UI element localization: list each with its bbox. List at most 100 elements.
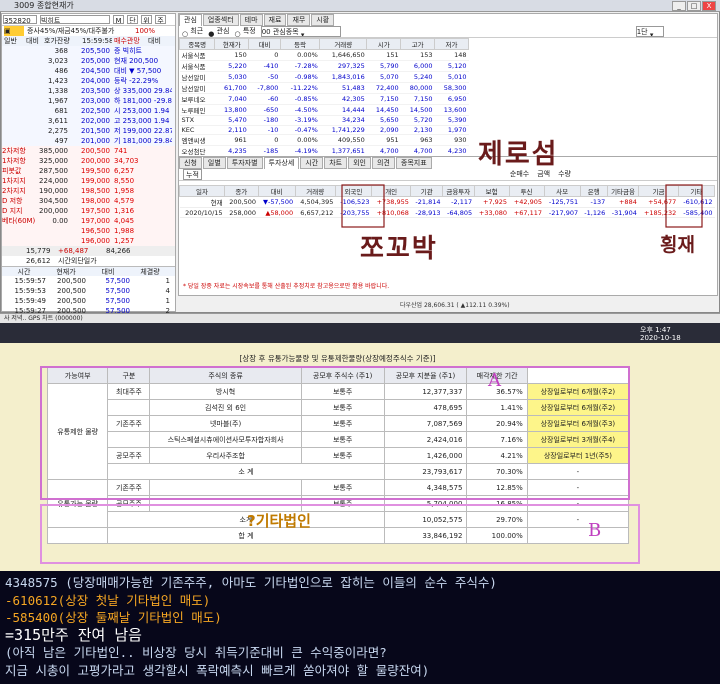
order-qty: 497	[54, 137, 68, 145]
order-label	[2, 66, 36, 76]
order-price[interactable]: 203,000	[68, 96, 110, 106]
watch-cell: 5,120	[434, 60, 469, 72]
comment-block: 4348575 (당장매매가능한 기존주주, 아마도 기타법인으로 잡히는 이들…	[0, 571, 720, 684]
order-button[interactable]: 주	[155, 15, 166, 24]
m-button[interactable]: M	[113, 15, 124, 24]
radio-specific[interactable]: ○ 특정	[234, 26, 255, 37]
order-price[interactable]: 202,000	[68, 116, 110, 126]
tab-watch-0[interactable]: 관심	[179, 14, 202, 26]
tab-general[interactable]: 일반	[4, 36, 24, 46]
tab-quote-balance[interactable]: 호가잔량	[44, 36, 80, 46]
radio-watch[interactable]: ● 관심	[208, 26, 229, 37]
order-row: 681 202,500 시 253,000 1.94	[2, 106, 175, 116]
order-price[interactable]: 197,500	[68, 206, 110, 216]
watch-col-header: 등락	[279, 38, 321, 50]
watchlist-select[interactable]: 00 관심종목 ▾	[260, 26, 341, 37]
tab-investor-2[interactable]: 투자자별	[226, 157, 263, 169]
minimize-button[interactable]: _	[672, 1, 686, 11]
tab-watch-5[interactable]: 시황	[311, 14, 335, 26]
order-label	[2, 116, 36, 126]
stock-code-input[interactable]: 352820	[3, 15, 37, 24]
tab-investor-3[interactable]: 투자상세	[263, 157, 300, 169]
order-price[interactable]: 203,500	[68, 86, 110, 96]
radio-recent[interactable]: ○ 최근	[182, 26, 203, 37]
stock-name-field[interactable]: 빅히트	[40, 15, 110, 24]
watch-cell: 14,444	[319, 104, 367, 116]
watch-row[interactable]: 엠앤씨생 961 0 0.00% 409,550 951 963 930	[179, 134, 469, 146]
order-price[interactable]: 198,500	[68, 186, 110, 196]
order-qty: 287,500	[39, 167, 68, 175]
order-price[interactable]: 199,500	[68, 166, 110, 176]
tab-watch-2[interactable]: 테마	[239, 14, 263, 26]
order-price[interactable]: 200,000	[68, 156, 110, 166]
order-price[interactable]: 196,500	[68, 226, 110, 236]
after-hours-label: 시간외단일가	[58, 257, 97, 265]
watch-cell: 2,130	[400, 125, 435, 135]
watch-col-header: 고가	[400, 38, 436, 50]
watch-row[interactable]: 오성첨단 4,235 -185 -4.19% 1,377,651 4,700 4,700 4,…	[179, 145, 469, 157]
watch-row[interactable]: 보루네오 7,040 -60 -0.85% 42,305 7,150 7,150 6,950	[179, 93, 469, 105]
watch-cell: -650	[248, 104, 281, 116]
watch-cell: -60	[248, 93, 281, 105]
position-button[interactable]: 위	[141, 15, 152, 24]
tick-cell: 200,500	[57, 277, 86, 285]
watch-cell: KEC	[179, 125, 215, 135]
order-label	[2, 236, 36, 246]
watch-cell: -4.50%	[280, 104, 320, 116]
watch-row[interactable]: KEC 2,110 -10 -0.47% 1,741,229 2,090 2,130 1,97…	[179, 125, 469, 135]
order-qty: 1,338	[47, 87, 68, 95]
watch-cell: 6,000	[400, 60, 435, 72]
investor-col-header: 일자	[178, 185, 226, 197]
order-info: 6,257	[114, 167, 135, 175]
comment-line: 4348575 (당장매매가능한 기존주주, 아마도 기타법인으로 잡히는 이들…	[5, 575, 497, 590]
watch-row[interactable]: 서울식품 150 0 0.00% 1,646,650 151 153 148	[179, 49, 469, 61]
watch-row[interactable]: STX 5,470 -180 -3.19% 34,234 5,650 5,720 5,390	[179, 115, 469, 126]
watch-row[interactable]: 남선알미 5,030 -50 -0.98% 1,843,016 5,070 5,240 5,0…	[179, 71, 469, 83]
order-info: 증 빅히트	[114, 47, 142, 55]
order-price[interactable]: 204,500	[68, 66, 110, 76]
tab-watch-1[interactable]: 업종섹터	[202, 14, 239, 26]
order-price[interactable]: 197,000	[68, 216, 110, 226]
order-price[interactable]: 205,500	[68, 46, 110, 56]
watchlist-header: 종목명 현재가 대비 등락 거래량 시가 고가 저가	[178, 38, 469, 50]
order-label	[2, 86, 36, 96]
order-price[interactable]: 199,000	[68, 176, 110, 186]
order-price[interactable]: 201,500	[68, 126, 110, 136]
tab-investor-6[interactable]: 외인	[348, 157, 371, 169]
close-button[interactable]: X	[702, 1, 716, 11]
order-label	[2, 136, 36, 146]
watch-cell: 4,700	[366, 145, 401, 157]
tab-investor-1[interactable]: 일별	[202, 157, 226, 169]
tab-investor-4[interactable]: 시간	[300, 157, 324, 169]
btn-cumulative[interactable]: 누적	[183, 169, 202, 180]
maximize-button[interactable]: □	[687, 1, 701, 11]
col-time: 시간	[17, 268, 31, 276]
tab-investor-0[interactable]: 신청	[179, 157, 202, 169]
watch-row[interactable]: 남선알미 61,700 -7,800 -11.22% 51,483 72,400 80,00…	[179, 82, 469, 94]
tab-investor-7[interactable]: 의견	[371, 157, 395, 169]
order-price[interactable]: 205,000	[68, 56, 110, 66]
order-price[interactable]: 196,000	[68, 236, 110, 246]
tab-watch-4[interactable]: 재무	[287, 14, 311, 26]
order-info: 8,550	[114, 177, 135, 185]
tick-cell: 15:59:49	[14, 297, 46, 305]
row-count-select[interactable]: 1단 ▾	[635, 26, 664, 37]
order-price[interactable]: 200,500	[68, 146, 110, 156]
annotation-other-corp-text: 기타법인	[255, 512, 311, 530]
status-text: 사 저녁.. GPS 차트 (000000)	[4, 315, 83, 322]
tab-investor-8[interactable]: 종목지표	[395, 157, 432, 169]
tab-watch-3[interactable]: 재료	[263, 14, 287, 26]
order-price[interactable]: 204,000	[68, 76, 110, 86]
unit-button[interactable]: 단	[127, 15, 138, 24]
tick-cell: 57,500	[105, 297, 131, 305]
buy-watch-label: 매수관망	[114, 37, 140, 45]
order-price[interactable]: 198,000	[68, 196, 110, 206]
tab-compare[interactable]: 대비	[26, 36, 42, 46]
watch-cell: 5,220	[214, 60, 249, 72]
order-price[interactable]: 201,000	[68, 136, 110, 146]
tab-investor-5[interactable]: 차트	[324, 157, 348, 169]
watch-cell: 13,600	[434, 104, 469, 116]
watch-row[interactable]: 노루페인 13,800 -650 -4.50% 14,444 14,450 14,500 13…	[179, 104, 469, 116]
order-price[interactable]: 202,500	[68, 106, 110, 116]
watch-row[interactable]: 서울식품 5,220 -410 -7.28% 297,325 5,790 6,000 5,12…	[179, 60, 469, 72]
